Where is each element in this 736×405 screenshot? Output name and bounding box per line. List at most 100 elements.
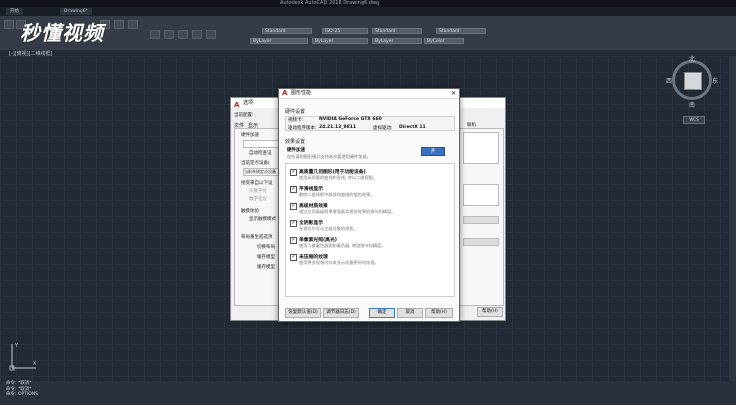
hw-accel-toggle[interactable]: 开 bbox=[421, 147, 445, 156]
effects-heading: 效果设置 bbox=[285, 139, 306, 145]
effect-desc: 通过应用高级效果增强真实视觉效果的细节和精度。 bbox=[299, 209, 396, 214]
effect-name: 单像素光照(高光) bbox=[299, 238, 337, 243]
checkbox[interactable]: ✓ bbox=[290, 169, 297, 176]
viewport-controls[interactable]: [-][俯视][二维线框] bbox=[9, 50, 53, 57]
tool-icon[interactable] bbox=[150, 30, 160, 39]
tool-icon[interactable] bbox=[192, 30, 202, 39]
command-line[interactable]: 命令: *取消* 命令: *取消* 命令: OPTIONS bbox=[0, 381, 736, 405]
watermark-logo: 秒懂视频 bbox=[20, 21, 104, 45]
options-help-button[interactable]: 帮助(H) bbox=[477, 307, 503, 317]
tool-icon[interactable] bbox=[114, 20, 124, 29]
checkbox[interactable]: ✓ bbox=[290, 203, 297, 210]
effect-name: 未压缩的纹理 bbox=[299, 255, 328, 260]
driver-value: 24.21.13_9811 bbox=[319, 125, 356, 130]
ucs-icon: Y X bbox=[9, 343, 37, 371]
effect-desc: 删除二维线框中斜线和曲线的锯齿效果。 bbox=[299, 192, 375, 197]
gpu-value: NVIDIA GeForce GTX 660 bbox=[319, 117, 382, 122]
effect-option[interactable]: ✓ 高质量几何图形(用于功能设备) 使用高质量的曲线和直线, 并以二维视图。 bbox=[290, 168, 450, 182]
ucs-x-label: X bbox=[33, 361, 37, 367]
regen-cache-model-radio[interactable]: 缓存模型 bbox=[257, 254, 275, 260]
hw-accel-label: 硬件加速 bbox=[287, 148, 305, 153]
linetype-dropdown[interactable]: ByLayer bbox=[312, 38, 368, 44]
digitizer-only-radio[interactable]: 仅数字化 bbox=[249, 188, 267, 194]
tool-icon[interactable] bbox=[178, 30, 188, 39]
help-button[interactable]: 帮助(H) bbox=[425, 308, 453, 318]
text-style-dropdown[interactable]: Standard bbox=[262, 28, 312, 34]
effect-name: 平滑线显示 bbox=[299, 187, 323, 192]
viewcube-face[interactable] bbox=[684, 72, 702, 90]
tool-icon[interactable] bbox=[128, 20, 138, 29]
hw-accel-heading: 硬件加速 bbox=[241, 133, 259, 138]
hw-accel-desc: 仅在请则图形模式支持本次要使用硬件加速。 bbox=[287, 154, 371, 159]
effect-option[interactable]: ✓ 未压缩的纹理 使用更多视频内存来显示质量更好的纹理。 bbox=[290, 253, 450, 267]
digitizer-mouse-radio[interactable]: 数字化仪 bbox=[249, 196, 267, 202]
tab-start[interactable]: 开始 bbox=[6, 8, 23, 15]
restore-defaults-button[interactable]: 恢复默认值(D) bbox=[285, 308, 321, 318]
window-title: Autodesk AutoCAD 2018 Drawing6.dwg bbox=[280, 0, 380, 6]
graphics-performance-dialog: A 图形性能 ✕ 硬件设置 视频卡: NVIDIA GeForce GTX 66… bbox=[278, 88, 460, 322]
adjuster-log-button[interactable]: 调节器日志(D) bbox=[323, 308, 359, 318]
options-right-panel bbox=[463, 238, 499, 246]
close-icon[interactable]: ✕ bbox=[451, 89, 456, 98]
table-style-dropdown[interactable]: Standard bbox=[372, 28, 422, 34]
pointing-device-label: 当前定点设备( bbox=[241, 161, 270, 166]
effect-desc: 在视口中显示三维对象的阴影。 bbox=[299, 226, 358, 231]
compass-north[interactable]: 北 bbox=[689, 54, 695, 63]
accept-input-label: 接受来自以下设 bbox=[241, 181, 273, 186]
checkbox[interactable]: ✓ bbox=[290, 237, 297, 244]
status-label: 虚拟驱动: bbox=[373, 126, 393, 131]
tab-drawing6[interactable]: Drawing6* bbox=[60, 8, 92, 15]
layout-regen-heading: 布局重生成选项 bbox=[241, 235, 273, 240]
effect-name: 高级材质效果 bbox=[299, 204, 328, 209]
dim-style-dropdown[interactable]: ISO-25 bbox=[322, 28, 368, 34]
tool-icon[interactable] bbox=[4, 20, 14, 29]
gp-title: 图形性能 bbox=[291, 90, 312, 96]
effects-list: ✓ 高质量几何图形(用于功能设备) 使用高质量的曲线和直线, 并以二维视图。 ✓… bbox=[285, 163, 455, 297]
mleader-style-dropdown[interactable]: Standard bbox=[436, 28, 486, 34]
autocad-logo-icon: A bbox=[234, 101, 240, 109]
driver-label: 驱动程序版本: bbox=[288, 126, 317, 131]
title-bar: Autodesk AutoCAD 2018 Drawing6.dwg bbox=[0, 0, 736, 7]
ucs-y-label: Y bbox=[14, 343, 19, 349]
command-input[interactable]: 命令: OPTIONS bbox=[0, 392, 736, 398]
compass-west[interactable]: 西 bbox=[666, 76, 672, 85]
effect-option[interactable]: ✓ 高级材质效果 通过应用高级效果增强真实视觉效果的细节和精度。 bbox=[290, 202, 450, 216]
viewcube[interactable]: 北 西 东 南 bbox=[666, 54, 718, 114]
ok-button[interactable]: 确定 bbox=[369, 308, 395, 318]
effect-desc: 使用高质量的曲线和直线, 并以二维视图。 bbox=[299, 175, 378, 180]
lineweight-dropdown[interactable]: ByLayer bbox=[372, 38, 422, 44]
effect-option[interactable]: ✓ 单像素光照(高光) 使用二维着色器面和着色器, 增加细节和精度。 bbox=[290, 236, 450, 250]
hw-accel-button[interactable] bbox=[243, 140, 281, 148]
checkbox[interactable]: ✓ bbox=[290, 186, 297, 193]
options-right-panel bbox=[463, 216, 499, 224]
options-right-panel bbox=[463, 132, 499, 164]
cancel-button[interactable]: 取消 bbox=[397, 308, 423, 318]
auto-check-checkbox[interactable]: 自动检查证 bbox=[249, 150, 272, 156]
vertical-scrollbar[interactable] bbox=[729, 56, 736, 381]
compass-south[interactable]: 南 bbox=[689, 100, 695, 109]
wcs-menu[interactable]: WCS bbox=[683, 116, 705, 124]
regen-cache-all-radio[interactable]: 缓存模型 bbox=[257, 264, 275, 270]
effect-desc: 使用二维着色器面和着色器, 增加细节和精度。 bbox=[299, 243, 386, 248]
tool-icon[interactable] bbox=[164, 30, 174, 39]
effect-name: 高质量几何图形(用于功能设备) bbox=[299, 170, 366, 175]
checkbox[interactable]: ✓ bbox=[290, 254, 297, 261]
gpu-label: 视频卡: bbox=[288, 118, 304, 123]
gp-header: A 图形性能 ✕ bbox=[279, 89, 459, 99]
document-tabs: 开始 Drawing6* bbox=[0, 7, 736, 16]
compass-east[interactable]: 东 bbox=[712, 76, 718, 85]
plotstyle-dropdown[interactable]: ByColor bbox=[424, 38, 464, 44]
status-value: DirectX 11 bbox=[399, 125, 426, 130]
checkbox[interactable]: ✓ bbox=[290, 220, 297, 227]
profile-label: 当前配置: bbox=[234, 113, 254, 118]
tool-icon[interactable] bbox=[206, 30, 216, 39]
effect-option[interactable]: ✓ 平滑线显示 删除二维线框中斜线和曲线的锯齿效果。 bbox=[290, 185, 450, 199]
options-right-panel bbox=[463, 184, 499, 206]
regen-switch-radio[interactable]: 切换布局 bbox=[257, 244, 275, 250]
effect-name: 全阴影显示 bbox=[299, 221, 323, 226]
color-dropdown[interactable]: ByLayer bbox=[250, 38, 308, 44]
effect-option[interactable]: ✓ 全阴影显示 在视口中显示三维对象的阴影。 bbox=[290, 219, 450, 233]
touch-heading: 触摸体验 bbox=[241, 209, 259, 214]
touch-mode-checkbox[interactable]: 显示触摸模式 bbox=[249, 216, 276, 222]
options-dialog-title: 选项 bbox=[243, 100, 254, 106]
